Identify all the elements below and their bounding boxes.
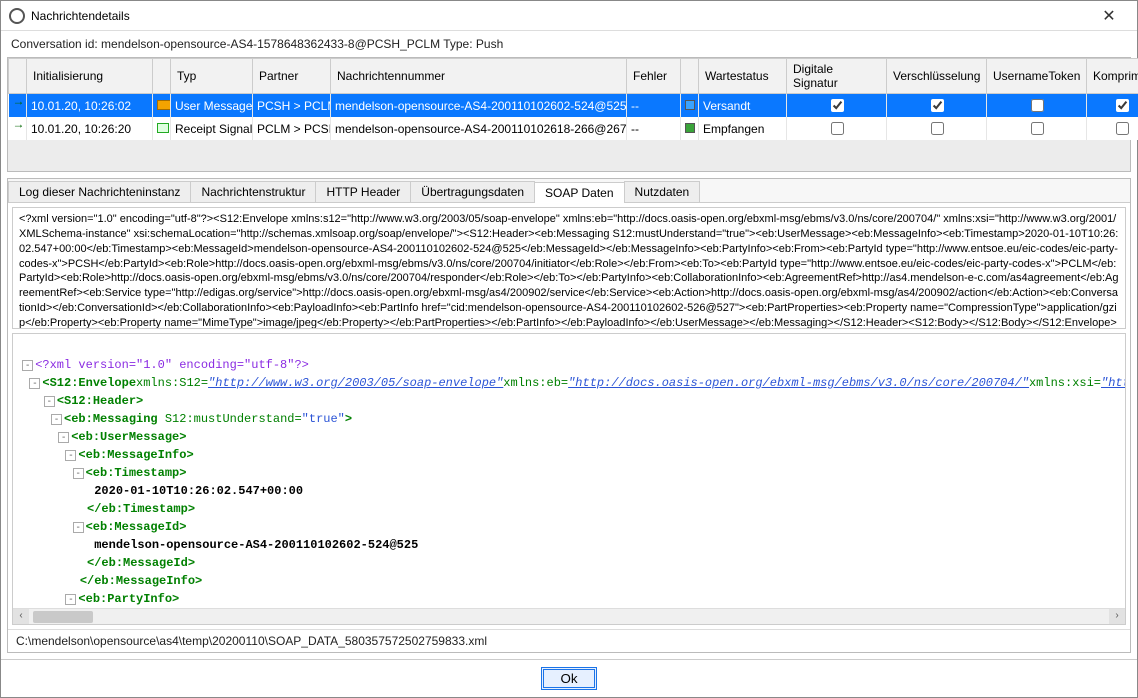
tree-toggle-icon[interactable]: -: [51, 414, 62, 425]
scroll-left-icon[interactable]: ‹: [13, 609, 29, 624]
xml-tag: <eb:MessageInfo>: [78, 448, 193, 462]
checkbox-icon: [831, 99, 844, 112]
xml-tag: <S12:Envelope: [42, 376, 136, 390]
xml-tag: </eb:MessageInfo>: [80, 574, 202, 588]
tree-toggle-icon[interactable]: -: [22, 360, 33, 371]
table-header-row: Initialisierung Typ Partner Nachrichtenn…: [9, 59, 1138, 94]
arrow-in-icon: [13, 120, 27, 134]
tab-log-dieser-nachrichteninstanz[interactable]: Log dieser Nachrichteninstanz: [8, 181, 191, 202]
xml-tag: </eb:Timestamp>: [87, 502, 195, 516]
tree-toggle-icon[interactable]: -: [73, 468, 84, 479]
soap-raw-textarea[interactable]: <?xml version="1.0" encoding="utf-8"?><S…: [12, 207, 1126, 329]
col-waitstatus[interactable]: Wartestatus: [699, 59, 787, 94]
horizontal-scrollbar[interactable]: ‹ ›: [13, 608, 1125, 624]
xml-tag: <eb:Messaging: [64, 412, 165, 426]
xml-tag: </eb:MessageId>: [87, 556, 195, 570]
col-error[interactable]: Fehler: [627, 59, 681, 94]
ok-button[interactable]: Ok: [541, 667, 596, 690]
table-row[interactable]: 10.01.20, 10:26:02User MessagePCSH > PCL…: [9, 94, 1138, 118]
messages-table-panel: Initialisierung Typ Partner Nachrichtenn…: [7, 57, 1131, 172]
tab-nutzdaten[interactable]: Nutzdaten: [624, 181, 701, 202]
app-icon: [9, 8, 25, 24]
col-type[interactable]: Typ: [171, 59, 253, 94]
envelope-icon: [157, 100, 171, 110]
messages-table: Initialisierung Typ Partner Nachrichtenn…: [8, 58, 1138, 140]
checkbox-icon: [1116, 99, 1129, 112]
window-title: Nachrichtendetails: [31, 9, 130, 23]
scroll-right-icon[interactable]: ›: [1109, 609, 1125, 624]
table-row[interactable]: 10.01.20, 10:26:20Receipt SignalPCLM > P…: [9, 117, 1138, 140]
xml-tag: <eb:PartyInfo>: [78, 592, 179, 606]
detail-tabs-panel: Log dieser NachrichteninstanzNachrichten…: [7, 178, 1131, 653]
xml-tag: <S12:Header>: [57, 394, 143, 408]
dialog-footer: Ok: [1, 659, 1137, 697]
xml-text: 2020-01-10T10:26:02.547+00:00: [94, 484, 303, 498]
tab-übertragungsdaten[interactable]: Übertragungsdaten: [410, 181, 535, 202]
col-sig[interactable]: Digitale Signatur: [787, 59, 887, 94]
tree-toggle-icon[interactable]: -: [58, 432, 69, 443]
xml-tree-panel: -<?xml version="1.0" encoding="utf-8"?> …: [12, 333, 1126, 625]
tab-soap-daten[interactable]: SOAP Daten: [534, 182, 624, 203]
tab-nachrichtenstruktur[interactable]: Nachrichtenstruktur: [190, 181, 316, 202]
scroll-thumb[interactable]: [33, 611, 93, 623]
checkbox-icon: [931, 122, 944, 135]
checkbox-icon: [1031, 99, 1044, 112]
checkbox-icon: [931, 99, 944, 112]
xml-declaration: <?xml version="1.0" encoding="utf-8"?>: [35, 358, 309, 372]
tab-http-header[interactable]: HTTP Header: [315, 181, 411, 202]
tree-toggle-icon[interactable]: -: [65, 594, 76, 605]
tree-toggle-icon[interactable]: -: [65, 450, 76, 461]
checkbox-icon: [831, 122, 844, 135]
checkbox-icon: [1031, 122, 1044, 135]
xml-tag: <eb:Timestamp>: [86, 466, 187, 480]
col-enc[interactable]: Verschlüsselung: [887, 59, 987, 94]
xml-tag: <eb:MessageId>: [86, 520, 187, 534]
col-init[interactable]: Initialisierung: [27, 59, 153, 94]
col-msgnum[interactable]: Nachrichtennummer: [331, 59, 627, 94]
status-sent-icon: [685, 100, 695, 110]
col-compr[interactable]: Komprimiert: [1087, 59, 1138, 94]
xml-tree[interactable]: -<?xml version="1.0" encoding="utf-8"?> …: [13, 334, 1125, 608]
tree-toggle-icon[interactable]: -: [29, 378, 40, 389]
receipt-icon: [157, 123, 169, 133]
tab-bar: Log dieser NachrichteninstanzNachrichten…: [8, 179, 1130, 203]
tree-toggle-icon[interactable]: -: [44, 396, 55, 407]
xml-text: mendelson-opensource-AS4-200110102602-52…: [94, 538, 418, 552]
col-partner[interactable]: Partner: [253, 59, 331, 94]
arrow-out-icon: [13, 97, 27, 111]
close-icon[interactable]: ✕: [1089, 6, 1129, 26]
conversation-id-label: Conversation id: mendelson-opensource-AS…: [1, 31, 1137, 57]
file-path-label: C:\mendelson\opensource\as4\temp\2020011…: [8, 629, 1130, 652]
tree-toggle-icon[interactable]: -: [73, 522, 84, 533]
title-bar: Nachrichtendetails ✕: [1, 1, 1137, 31]
status-received-icon: [685, 123, 695, 133]
checkbox-icon: [1116, 122, 1129, 135]
col-utoken[interactable]: UsernameToken: [987, 59, 1087, 94]
xml-tag: <eb:UserMessage>: [71, 430, 186, 444]
